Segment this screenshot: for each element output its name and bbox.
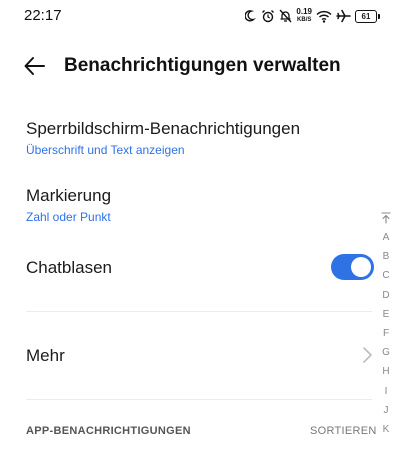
app-header: Benachrichtigungen verwalten (0, 44, 399, 88)
divider (26, 311, 372, 312)
wifi-icon (316, 10, 332, 23)
scroll-top-icon[interactable] (381, 212, 391, 224)
toggle-knob (351, 257, 371, 277)
more-item[interactable]: Mehr (26, 346, 65, 366)
index-letter-c[interactable]: C (376, 266, 396, 285)
more-label: Mehr (26, 346, 65, 365)
index-letter-j[interactable]: J (376, 401, 396, 420)
badge-item[interactable]: Markierung Zahl oder Punkt (26, 186, 111, 224)
app-notifications-header: APP-BENACHRICHTIGUNGEN (26, 425, 191, 437)
badge-value: Zahl oder Punkt (26, 210, 111, 224)
bell-off-icon (279, 9, 292, 23)
status-time: 22:17 (24, 7, 62, 24)
index-letter-b[interactable]: B (376, 247, 396, 266)
badge-label: Markierung (26, 186, 112, 205)
index-letter-d[interactable]: D (376, 286, 396, 305)
status-bar: 22:17 0.19 KB/S 61 (0, 0, 399, 32)
moon-icon (245, 10, 257, 22)
chat-bubbles-label: Chatblasen (26, 258, 113, 277)
lockscreen-notifications-item[interactable]: Sperrbildschirm-Benachrichtigungen Übers… (26, 119, 300, 157)
index-letter-a[interactable]: A (376, 228, 396, 247)
net-speed-unit: KB/S (297, 17, 312, 23)
index-letter-g[interactable]: G (376, 343, 396, 362)
page-title: Benachrichtigungen verwalten (64, 55, 341, 76)
arrow-left-icon (24, 57, 45, 75)
status-icons: 0.19 KB/S 61 (245, 6, 380, 26)
alarm-icon (261, 9, 275, 23)
alphabet-index[interactable]: A B C D E F G H I J K (376, 212, 396, 439)
index-letter-k[interactable]: K (376, 420, 396, 439)
back-button[interactable] (22, 54, 48, 78)
chevron-right-icon (361, 346, 373, 364)
battery-level: 61 (361, 11, 371, 21)
divider (26, 399, 372, 400)
index-letter-h[interactable]: H (376, 362, 396, 381)
net-speed-value: 0.19 (296, 7, 312, 16)
sort-button[interactable]: SORTIEREN (310, 425, 377, 437)
chat-bubbles-item[interactable]: Chatblasen (26, 258, 112, 278)
net-speed: 0.19 KB/S (296, 8, 312, 24)
chat-bubbles-toggle[interactable] (331, 254, 374, 280)
index-letter-f[interactable]: F (376, 324, 396, 343)
index-letter-i[interactable]: I (376, 382, 396, 401)
lockscreen-notifications-label: Sperrbildschirm-Benachrichtigungen (26, 119, 301, 138)
battery-icon: 61 (355, 9, 380, 23)
airplane-icon (336, 9, 351, 23)
lockscreen-notifications-value: Überschrift und Text anzeigen (26, 143, 185, 157)
index-letter-e[interactable]: E (376, 305, 396, 324)
